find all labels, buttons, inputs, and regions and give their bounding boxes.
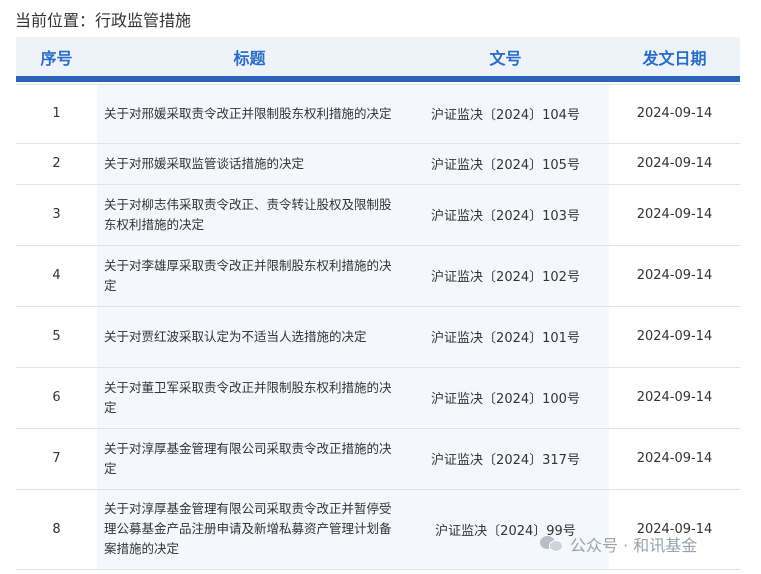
table-row: 7 关于对淳厚基金管理有限公司采取责令改正措施的决定 沪证监决〔2024〕317…	[16, 428, 740, 490]
row-title-link[interactable]: 关于对淳厚基金管理有限公司采取责令改正措施的决定	[97, 428, 402, 490]
row-date: 2024-09-14	[609, 428, 740, 490]
row-index: 5	[16, 306, 97, 368]
row-doc-no: 沪证监决〔2024〕100号	[402, 367, 609, 429]
row-date: 2024-09-14	[609, 84, 740, 144]
row-title-link[interactable]: 关于对邢媛采取责令改正并限制股东权利措施的决定	[97, 84, 402, 144]
row-date: 2024-09-14	[609, 367, 740, 429]
row-title-link[interactable]: 关于对李雄厚采取责令改正并限制股东权利措施的决定	[97, 245, 402, 307]
row-date: 2024-09-14	[609, 245, 740, 307]
table-row: 2 关于对邢媛采取监管谈话措施的决定 沪证监决〔2024〕105号 2024-0…	[16, 143, 740, 185]
row-title-link[interactable]: 关于对柳志伟采取责令改正、责令转让股权及限制股东权利措施的决定	[97, 184, 402, 246]
row-doc-no: 沪证监决〔2024〕104号	[402, 84, 609, 144]
row-doc-no: 沪证监决〔2024〕105号	[402, 143, 609, 185]
row-doc-no: 沪证监决〔2024〕102号	[402, 245, 609, 307]
table-row: 1 关于对邢媛采取责令改正并限制股东权利措施的决定 沪证监决〔2024〕104号…	[16, 84, 740, 144]
row-doc-no: 沪证监决〔2024〕317号	[402, 428, 609, 490]
row-index: 4	[16, 245, 97, 307]
watermark-text: 公众号 · 和讯基金	[570, 536, 698, 555]
watermark: 公众号 · 和讯基金	[540, 530, 697, 558]
row-index: 7	[16, 428, 97, 490]
row-title-link[interactable]: 关于对贾红波采取认定为不适当人选措施的决定	[97, 306, 402, 368]
header-title: 标题	[97, 37, 402, 82]
header-index: 序号	[16, 37, 97, 82]
header-date: 发文日期	[609, 37, 740, 82]
row-doc-no: 沪证监决〔2024〕101号	[402, 306, 609, 368]
row-title-link[interactable]: 关于对邢媛采取监管谈话措施的决定	[97, 143, 402, 185]
measures-table: 序号 标题 文号 发文日期 1 关于对邢媛采取责令改正并限制股东权利措施的决定 …	[16, 37, 740, 570]
row-index: 6	[16, 367, 97, 429]
table-row: 4 关于对李雄厚采取责令改正并限制股东权利措施的决定 沪证监决〔2024〕102…	[16, 245, 740, 307]
row-date: 2024-09-14	[609, 306, 740, 368]
row-index: 8	[16, 489, 97, 570]
row-date: 2024-09-14	[609, 184, 740, 246]
row-index: 2	[16, 143, 97, 185]
table-row: 3 关于对柳志伟采取责令改正、责令转让股权及限制股东权利措施的决定 沪证监决〔2…	[16, 184, 740, 246]
row-doc-no: 沪证监决〔2024〕103号	[402, 184, 609, 246]
row-index: 1	[16, 84, 97, 144]
header-doc-no: 文号	[402, 37, 609, 82]
row-title-link[interactable]: 关于对淳厚基金管理有限公司采取责令改正并暂停受理公募基金产品注册申请及新增私募资…	[97, 489, 402, 570]
table-header-row: 序号 标题 文号 发文日期	[16, 37, 740, 82]
wechat-icon	[540, 534, 564, 554]
row-date: 2024-09-14	[609, 143, 740, 185]
breadcrumb: 当前位置：行政监管措施	[15, 11, 192, 30]
table-row: 6 关于对董卫军采取责令改正并限制股东权利措施的决定 沪证监决〔2024〕100…	[16, 367, 740, 429]
row-index: 3	[16, 184, 97, 246]
row-title-link[interactable]: 关于对董卫军采取责令改正并限制股东权利措施的决定	[97, 367, 402, 429]
table-row: 5 关于对贾红波采取认定为不适当人选措施的决定 沪证监决〔2024〕101号 2…	[16, 306, 740, 368]
